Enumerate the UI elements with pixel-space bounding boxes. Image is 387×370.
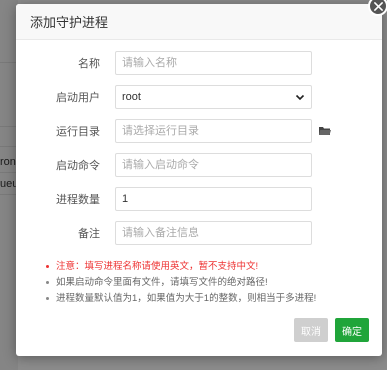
dir-input[interactable]: [115, 119, 312, 143]
cmd-label: 启动命令: [56, 160, 100, 172]
close-button[interactable]: [368, 0, 387, 16]
cancel-button[interactable]: 取消: [294, 318, 328, 342]
note-label: 备注: [78, 228, 100, 240]
user-select[interactable]: root: [115, 85, 312, 109]
user-label: 启动用户: [56, 92, 100, 104]
form-row-user: 启动用户 root: [16, 85, 382, 109]
cmd-input[interactable]: [115, 153, 312, 177]
confirm-button[interactable]: 确定: [335, 318, 369, 342]
note-input[interactable]: [115, 221, 312, 245]
tips-list: 注意：填写进程名称请使用英文，暂不支持中文! 如果启动命令里面有文件，请填写文件…: [46, 259, 376, 307]
folder-icon[interactable]: [319, 126, 331, 136]
chevron-down-icon: [295, 94, 305, 101]
dialog-title: 添加守护进程: [30, 15, 109, 30]
add-daemon-dialog: 添加守护进程 名称 启动用户 root 运行目录 启动命令: [16, 0, 387, 356]
count-input[interactable]: [115, 187, 312, 211]
name-input[interactable]: [115, 51, 312, 75]
close-icon: [373, 1, 383, 11]
name-label: 名称: [78, 58, 100, 70]
count-label: 进程数量: [56, 194, 100, 206]
dialog-header: 添加守护进程: [16, 4, 382, 40]
tip-item: 如果启动命令里面有文件，请填写文件的绝对路径!: [46, 275, 376, 291]
form-row-name: 名称: [16, 51, 382, 75]
tip-warning: 注意：填写进程名称请使用英文，暂不支持中文!: [46, 259, 376, 275]
user-select-value: root: [122, 91, 141, 103]
form-row-note: 备注: [16, 221, 382, 245]
form-row-count: 进程数量: [16, 187, 382, 211]
dir-label: 运行目录: [56, 126, 100, 138]
tip-item: 进程数量默认值为1，如果值为大于1的整数，则相当于多进程!: [46, 291, 376, 307]
dialog-footer: 取消 确定: [16, 308, 382, 356]
form-row-dir: 运行目录: [16, 119, 382, 143]
form-row-cmd: 启动命令: [16, 153, 382, 177]
